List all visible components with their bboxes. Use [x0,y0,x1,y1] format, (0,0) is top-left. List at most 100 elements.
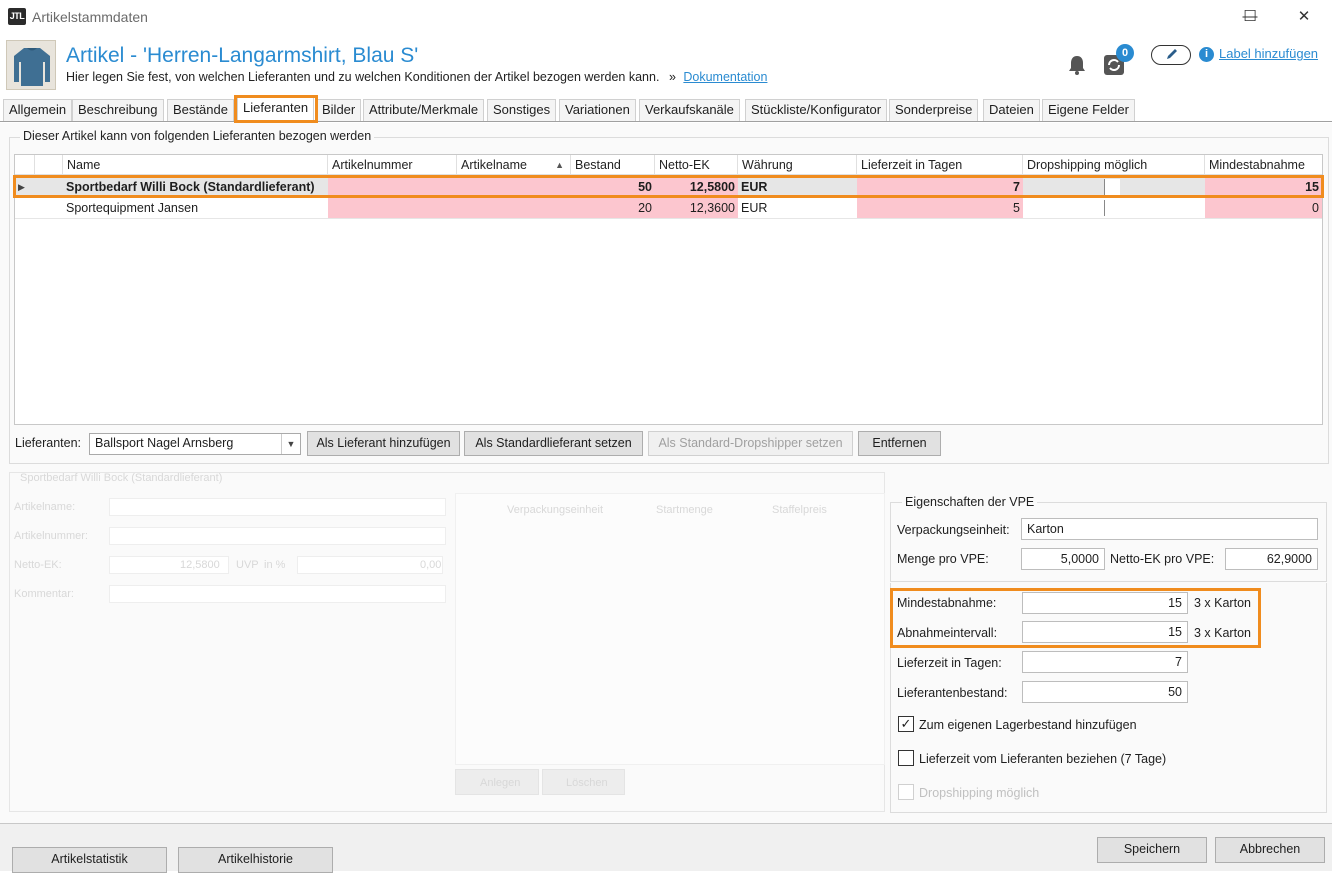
vpe-netto-label: Netto-EK pro VPE: [1110,552,1215,566]
cell-dropshipping[interactable] [1023,198,1205,218]
own-stock-label[interactable]: Zum eigenen Lagerbestand hinzufügen [919,718,1137,732]
page-title: Artikel - 'Herren-Langarmshirt, Blau S' [66,44,419,67]
description-separator: » [668,70,676,84]
add-supplier-button[interactable]: Als Lieferant hinzufügen [307,431,460,456]
detail-vpe-grid [455,493,885,765]
vpe-qty-input[interactable]: 5,0000 [1021,548,1105,570]
detail-uvp-value: 0,00 [420,559,442,571]
detail-artikelname-input [109,498,446,516]
leadtime-input[interactable]: 7 [1022,651,1188,673]
dropshipping-label-disabled: Dropshipping möglich [919,786,1040,800]
cell-bestand[interactable]: 20 [571,198,655,218]
article-statistics-button[interactable]: Artikelstatistik [12,847,167,873]
app-logo: JTL [8,8,26,25]
save-button[interactable]: Speichern [1097,837,1207,863]
detail-kommentar-input [109,585,446,603]
vpe-qty-label: Menge pro VPE: [897,552,989,566]
row-divider [15,218,1322,219]
grid-header-check [35,155,63,175]
col-header-artikelname[interactable]: Artikelname ▲ [457,155,571,175]
own-stock-checkbox[interactable]: ✓ [898,716,914,732]
chevron-down-icon[interactable]: ▼ [281,434,300,454]
edit-label-button[interactable] [1151,45,1191,65]
cell-artikelname[interactable] [457,198,571,218]
col-header-netto-ek[interactable]: Netto-EK [655,155,738,175]
close-button[interactable]: ✕ [1281,4,1327,30]
sync-count-badge: 0 [1116,44,1134,62]
tab-dateien[interactable]: Dateien [983,99,1040,121]
col-header-dropshipping[interactable]: Dropshipping möglich [1023,155,1205,175]
supplier-select-value: Ballsport Nagel Arnsberg [95,436,234,450]
add-label-link[interactable]: Label hinzufügen [1219,46,1318,61]
cell-netto-ek[interactable]: 12,3600 [655,198,738,218]
documentation-link[interactable]: Dokumentation [683,70,767,84]
suppliers-group-title: Dieser Artikel kann von folgenden Liefer… [20,129,375,143]
col-header-artikelname-label: Artikelname [461,158,527,172]
set-standard-supplier-button[interactable]: Als Standardlieferant setzen [464,431,643,456]
cancel-button[interactable]: Abbrechen [1215,837,1325,863]
supplier-stock-label: Lieferantenbestand: [897,686,1008,700]
tab-eigene-felder[interactable]: Eigene Felder [1042,99,1135,121]
detail-artikelnummer-input [109,527,446,545]
col-header-bestand[interactable]: Bestand [571,155,655,175]
tab-bestaende[interactable]: Bestände [167,99,234,121]
dropshipping-checkbox-disabled [898,784,914,800]
tab-beschreibung[interactable]: Beschreibung [72,99,164,121]
tab-sonstiges[interactable]: Sonstiges [487,99,557,121]
vpe-netto-input[interactable]: 62,9000 [1225,548,1318,570]
cell-waehrung[interactable]: EUR [738,198,857,218]
supplier-stock-input[interactable]: 50 [1022,681,1188,703]
article-history-button[interactable]: Artikelhistorie [178,847,333,873]
title-bar [0,0,1332,34]
description-text: Hier legen Sie fest, von welchen Liefera… [66,70,660,84]
bell-icon[interactable] [1066,54,1088,76]
col-header-waehrung[interactable]: Währung [738,155,857,175]
table-row[interactable]: Sportequipment Jansen 20 12,3600 EUR 5 0 [15,198,1322,218]
detail-label-kommentar: Kommentar: [14,588,74,600]
supplier-select-label: Lieferanten: [15,436,82,450]
detail-grid-col-staffelpreis: Staffelpreis [772,504,827,516]
vpe-unit-input[interactable]: Karton [1021,518,1318,540]
detail-netto-value: 12,5800 [180,559,220,571]
cell-name[interactable]: Sportequipment Jansen [63,198,328,218]
detail-label-artikelnummer: Artikelnummer: [14,530,88,542]
remove-supplier-button[interactable]: Entfernen [858,431,941,456]
cell-artikelnummer[interactable] [328,198,457,218]
leadtime-from-supplier-label[interactable]: Lieferzeit vom Lieferanten beziehen (7 T… [919,752,1166,766]
grid-header-indicator [15,155,35,175]
tab-allgemein[interactable]: Allgemein [3,99,73,121]
col-header-lieferzeit[interactable]: Lieferzeit in Tagen [857,155,1023,175]
col-header-mindestabnahme[interactable]: Mindestabnahme [1205,155,1322,175]
info-icon: i [1199,47,1214,62]
detail-uvp-percent-label: in % [264,559,286,571]
maximize-button[interactable]: ☐ [1227,4,1273,30]
detail-delete-label: Löschen [566,777,608,789]
detail-title: Sportbedarf Willi Bock (Standardlieferan… [20,472,223,484]
detail-add-label: Anlegen [480,777,521,789]
tab-attribute-merkmale[interactable]: Attribute/Merkmale [363,99,485,121]
col-header-name[interactable]: Name [63,155,328,175]
min-order-highlight-frame [890,588,1261,648]
leadtime-label: Lieferzeit in Tagen: [897,656,1002,670]
page-description: Hier legen Sie fest, von welchen Liefera… [66,70,767,84]
cell-mindestabnahme[interactable]: 0 [1205,198,1322,218]
tab-sonderpreise[interactable]: Sonderpreise [889,99,979,121]
sort-ascending-icon: ▲ [555,160,564,170]
tab-verkaufskanaele[interactable]: Verkaufskanäle [639,99,740,121]
tab-bar: Allgemein Beschreibung Bestände Lieferan… [0,96,1332,122]
tab-variationen[interactable]: Variationen [559,99,636,121]
cell-lieferzeit[interactable]: 5 [857,198,1023,218]
dropshipping-checkbox[interactable] [1104,200,1120,216]
leadtime-from-supplier-checkbox[interactable] [898,750,914,766]
window-title: Artikelstammdaten [32,9,148,25]
detail-label-netto-ek: Netto-EK: [14,559,62,571]
vpe-unit-label: Verpackungseinheit: [897,523,1010,537]
tab-stueckliste-konfigurator[interactable]: Stückliste/Konfigurator [745,99,888,121]
vpe-properties-group [890,502,1327,582]
detail-label-artikelname: Artikelname: [14,501,76,513]
product-thumbnail [6,40,56,90]
col-header-artikelnummer[interactable]: Artikelnummer [328,155,457,175]
tab-bilder[interactable]: Bilder [316,99,362,121]
vpe-group-title: Eigenschaften der VPE [902,495,1038,509]
set-standard-dropshipper-button[interactable]: Als Standard-Dropshipper setzen [648,431,853,456]
